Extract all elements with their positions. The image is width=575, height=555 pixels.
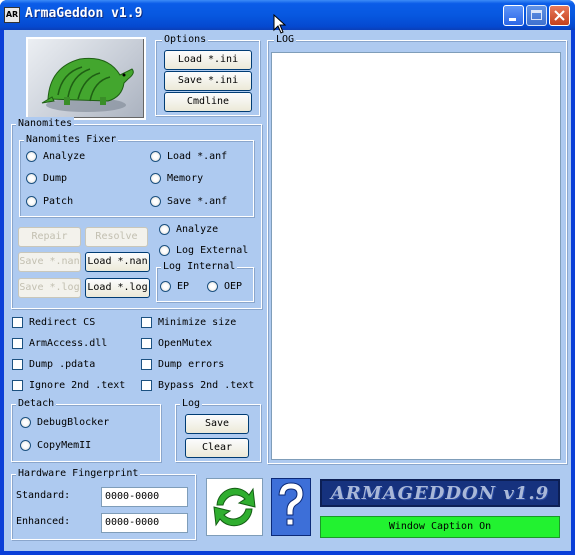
window-caption-status[interactable]: Window Caption On (320, 516, 560, 538)
window-title: ArmaGeddon v1.9 (25, 6, 143, 21)
help-icon (278, 482, 304, 526)
mouse-cursor-icon (273, 14, 287, 34)
enhanced-fingerprint-field[interactable]: 0000-0000 (101, 513, 188, 533)
enhanced-label: Enhanced: (16, 516, 71, 527)
resolve-button[interactable]: Resolve (85, 227, 148, 247)
save-nan-button[interactable]: Save *.nan (18, 252, 81, 272)
log-clear-button[interactable]: Clear (185, 438, 249, 458)
standard-fingerprint-field[interactable]: 0000-0000 (101, 487, 188, 507)
refresh-button[interactable] (206, 478, 263, 536)
nanomites-fixer-title: Nanomites Fixer (24, 133, 119, 147)
minimize-button[interactable] (503, 5, 524, 26)
maximize-button[interactable] (526, 5, 547, 26)
log-group-title: Log (180, 397, 203, 411)
maximize-icon (531, 10, 542, 20)
nanomites-group-title: Nanomites (16, 117, 75, 131)
save-ini-button[interactable]: Save *.ini (164, 71, 252, 91)
log-panel-title: LOG (274, 33, 297, 47)
load-log-button[interactable]: Load *.log (85, 278, 150, 298)
cmdline-button[interactable]: Cmdline (164, 92, 252, 112)
title-bar[interactable]: AR ArmaGeddon v1.9 (0, 0, 575, 30)
armageddon-banner: ARMAGEDDON v1.9 (320, 479, 560, 507)
detach-group: Detach (11, 397, 161, 462)
client-area: Options Load *.ini Save *.ini Cmdline LO… (4, 30, 571, 551)
log-internal-title: Log Internal (161, 260, 238, 274)
standard-label: Standard: (16, 490, 71, 501)
log-output[interactable] (271, 52, 561, 460)
options-group-title: Options (162, 33, 209, 47)
save-log-button[interactable]: Save *.log (18, 278, 81, 298)
load-ini-button[interactable]: Load *.ini (164, 50, 252, 70)
main-window: AR ArmaGeddon v1.9 Options Load *.ini Sa… (0, 0, 575, 555)
detach-group-title: Detach (16, 397, 57, 411)
close-icon (554, 10, 565, 21)
load-nan-button[interactable]: Load *.nan (85, 252, 150, 272)
repair-button[interactable]: Repair (18, 227, 81, 247)
armadillo-logo (26, 37, 146, 120)
help-button[interactable] (271, 478, 311, 536)
hardware-fingerprint-title: Hardware Fingerprint (16, 467, 141, 481)
log-save-button[interactable]: Save (185, 414, 249, 434)
refresh-icon (213, 487, 256, 527)
app-icon: AR (4, 7, 20, 23)
banner-text: ARMAGEDDON v1.9 (330, 483, 550, 504)
close-button[interactable] (549, 5, 570, 26)
minimize-icon (509, 18, 516, 21)
